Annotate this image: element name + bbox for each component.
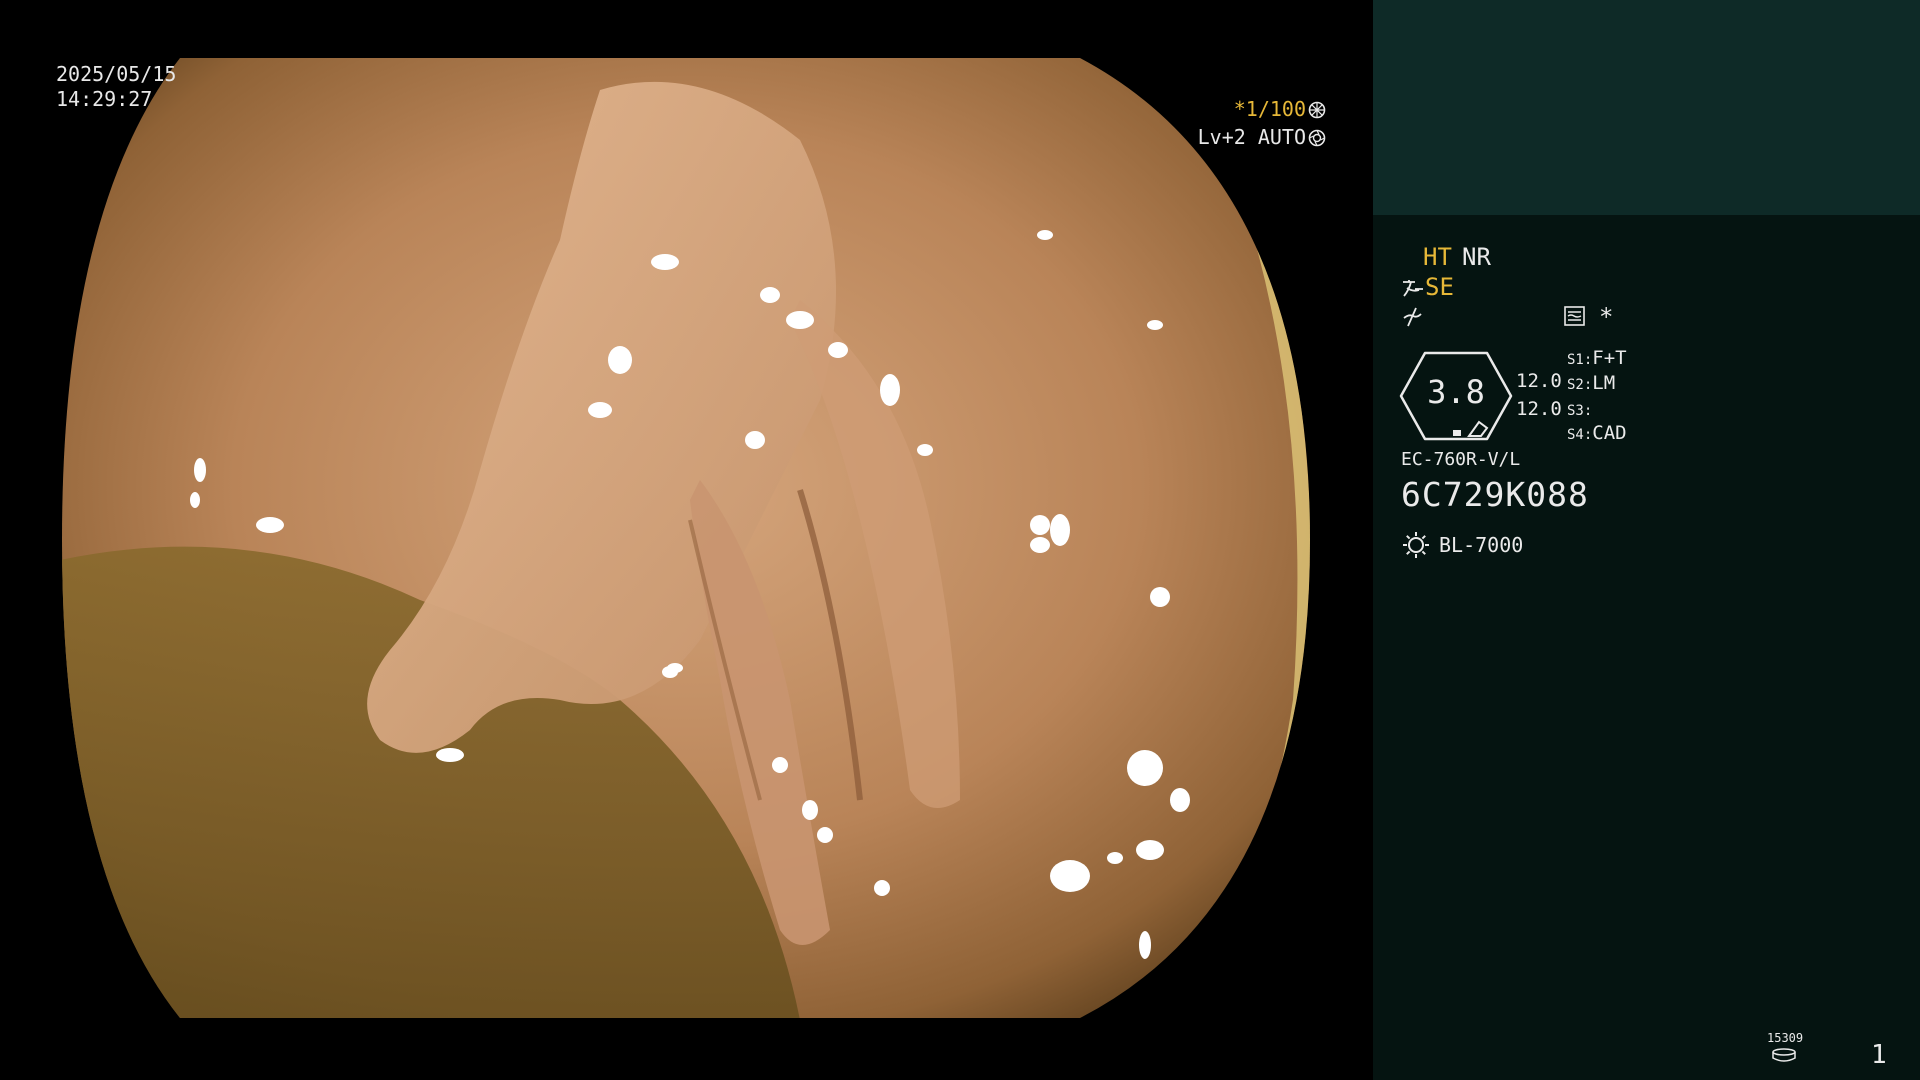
endoscope-viewport: 2025/05/15 14:29:27 *1/100 Lv+2 AUTO <box>0 0 1373 1080</box>
scope-switch-key: S2: <box>1567 377 1593 393</box>
shutter-readout: *1/100 <box>1234 97 1326 122</box>
star-marker: * <box>1599 303 1614 331</box>
freeze-icon <box>1403 307 1422 327</box>
scope-switch-key: S4: <box>1567 427 1593 443</box>
scope-switch-key: S1: <box>1567 352 1593 368</box>
storage-counter: 15309 <box>1767 1031 1804 1045</box>
brightness-level-label: Lv+2 AUTO <box>1197 125 1306 149</box>
gauge-upper-value: 12.0 <box>1516 370 1562 392</box>
info-panel: HT NR SE * 3.8 12.0 12.0 S1:F+T S2:LM S3… <box>1373 0 1920 1080</box>
structure-enhance-icon <box>1403 280 1423 297</box>
scope-serial-number: 6C729K088 <box>1401 475 1589 514</box>
scope-switch-value: F+T <box>1592 347 1627 369</box>
scope-switch-key: S3: <box>1567 403 1593 419</box>
scope-switch-1: S1:F+T <box>1567 347 1627 369</box>
lens-field <box>62 58 1310 1018</box>
iris-icon <box>1308 129 1326 147</box>
mode-nr: NR <box>1462 243 1491 271</box>
scope-model: EC-760R-V/L <box>1401 449 1521 470</box>
gauge-lower-value: 12.0 <box>1516 398 1562 420</box>
scope-switch-value: LM <box>1592 372 1616 394</box>
endoscopic-image <box>62 58 1310 1018</box>
shutter-speed: *1/100 <box>1233 97 1306 121</box>
light-source-icon <box>1403 532 1429 558</box>
mode-se: SE <box>1425 273 1454 301</box>
capture-date: 2025/05/15 <box>56 62 177 86</box>
brightness-level: Lv+2 AUTO <box>1198 125 1326 150</box>
patient-info-area <box>1373 0 1920 215</box>
mode-ht: HT <box>1423 243 1452 271</box>
shutter-icon <box>1308 101 1326 119</box>
light-source-model: BL-7000 <box>1439 533 1524 557</box>
scope-switch-3: S3: <box>1567 398 1592 420</box>
scope-switch-2: S2:LM <box>1567 372 1615 394</box>
scope-switch-value: CAD <box>1592 422 1627 444</box>
disk-icon <box>1772 1048 1796 1062</box>
scope-switch-4: S4:CAD <box>1567 422 1627 444</box>
gauge-value: 3.8 <box>1427 373 1485 411</box>
capture-time: 14:29:27 <box>56 87 153 111</box>
page-number: 1 <box>1871 1040 1887 1070</box>
record-icon <box>1564 306 1585 326</box>
